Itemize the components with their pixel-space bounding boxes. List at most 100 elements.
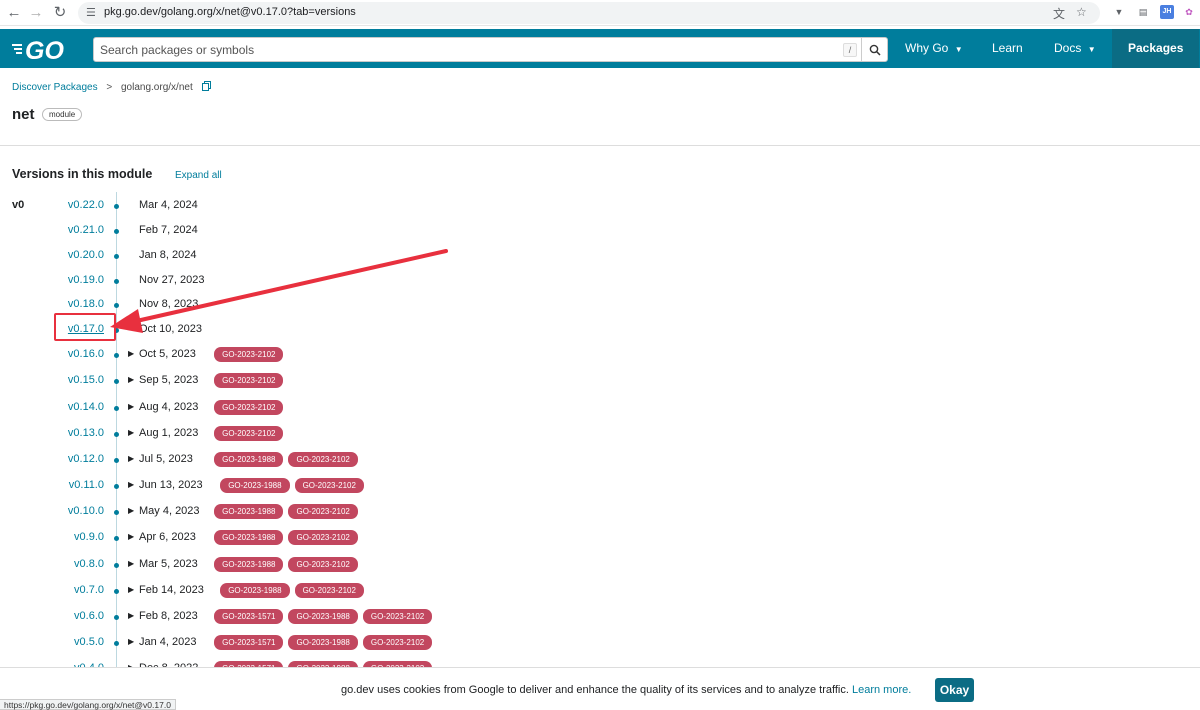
vulnerability-badge[interactable]: GO-2023-1988 [214, 530, 284, 545]
version-date: Oct 10, 2023 [139, 323, 202, 335]
nav-packages[interactable]: Packages [1112, 29, 1200, 68]
version-link[interactable]: v0.5.0 [74, 636, 104, 648]
vulnerability-badge[interactable]: GO-2023-1571 [214, 635, 284, 650]
vulnerability-badge[interactable]: GO-2023-2102 [214, 400, 284, 415]
version-date: Apr 6, 2023 [139, 531, 196, 543]
version-link[interactable]: v0.20.0 [68, 249, 104, 261]
version-link[interactable]: v0.15.0 [68, 374, 104, 386]
profile-avatar[interactable]: JH [1160, 5, 1174, 19]
version-link[interactable]: v0.8.0 [74, 558, 104, 570]
vulnerability-badge[interactable]: GO-2023-2102 [214, 347, 284, 362]
vulnerability-badge[interactable]: GO-2023-1988 [220, 478, 290, 493]
version-link[interactable]: v0.22.0 [68, 199, 104, 211]
nav-packages-label: Packages [1128, 41, 1184, 55]
expand-triangle-icon[interactable]: ▶ [128, 428, 134, 437]
version-date: Nov 8, 2023 [139, 298, 199, 310]
chevron-down-icon: ▼ [1087, 45, 1096, 54]
version-row: v0.14.0 ▶ Aug 4, 2023 GO-2023-2102 [0, 400, 480, 423]
vulnerability-badge[interactable]: GO-2023-2102 [362, 609, 433, 624]
forward-icon[interactable]: → [26, 3, 46, 23]
version-link[interactable]: v0.19.0 [68, 274, 104, 286]
version-link[interactable]: v0.12.0 [68, 453, 104, 465]
extension-tab-icon[interactable]: ▤ [1136, 5, 1150, 19]
go-logo[interactable]: GO [12, 35, 72, 63]
vulnerability-badge[interactable]: GO-2023-2102 [362, 635, 433, 650]
nav-learn[interactable]: Learn [992, 29, 1023, 68]
timeline-dot [114, 615, 119, 620]
version-row: v0.5.0 ▶ Jan 4, 2023 GO-2023-1571 GO-2023-19… [0, 635, 480, 658]
search-input[interactable] [94, 38, 859, 61]
expand-triangle-icon[interactable]: ▶ [128, 637, 134, 646]
vulnerability-tags: GO-2023-1988 GO-2023-2102 [220, 583, 364, 598]
vulnerability-badge[interactable]: GO-2023-2102 [288, 504, 358, 519]
vulnerability-badge[interactable]: GO-2023-2102 [288, 452, 358, 467]
extension-v-icon[interactable]: ▼ [1112, 5, 1126, 19]
extension-flower-icon[interactable]: ✿ [1182, 5, 1196, 19]
nav-why-go[interactable]: Why Go ▼ [905, 29, 963, 68]
vulnerability-badge[interactable]: GO-2023-2102 [288, 557, 358, 572]
vulnerability-badge[interactable]: GO-2023-1988 [214, 504, 284, 519]
nav-docs[interactable]: Docs ▼ [1054, 29, 1096, 68]
expand-triangle-icon[interactable]: ▶ [128, 611, 134, 620]
vulnerability-badge[interactable]: GO-2023-2102 [288, 530, 358, 545]
vulnerability-badge[interactable]: GO-2023-2102 [214, 426, 284, 441]
nav-why-go-label: Why Go [905, 41, 949, 55]
vulnerability-badge[interactable]: GO-2023-1988 [288, 635, 358, 650]
cookie-okay-button[interactable]: Okay [935, 678, 974, 702]
translate-icon[interactable]: 文 [1053, 5, 1065, 22]
vulnerability-badge[interactable]: GO-2023-1988 [220, 583, 290, 598]
version-link[interactable]: v0.16.0 [68, 348, 104, 360]
vulnerability-tags: GO-2023-1571 GO-2023-1988 GO-2023-2102 [214, 635, 433, 650]
version-row: v0.22.0 Mar 4, 2024 [0, 199, 480, 221]
reload-icon[interactable]: ↻ [50, 3, 70, 23]
expand-triangle-icon[interactable]: ▶ [128, 402, 134, 411]
address-bar[interactable]: ☰ pkg.go.dev/golang.org/x/net@v0.17.0?ta… [78, 2, 1100, 24]
expand-triangle-icon[interactable]: ▶ [128, 585, 134, 594]
breadcrumb-discover-link[interactable]: Discover Packages [12, 82, 98, 93]
vulnerability-badge[interactable]: GO-2023-2102 [294, 583, 364, 598]
expand-all-link[interactable]: Expand all [175, 170, 222, 181]
timeline-dot [114, 353, 119, 358]
breadcrumb-current: golang.org/x/net [121, 82, 193, 93]
search-button[interactable] [861, 38, 888, 61]
vulnerability-badge[interactable]: GO-2023-2102 [214, 373, 284, 388]
expand-triangle-icon[interactable]: ▶ [128, 349, 134, 358]
vulnerability-badge[interactable]: GO-2023-1988 [214, 557, 284, 572]
expand-triangle-icon[interactable]: ▶ [128, 559, 134, 568]
expand-triangle-icon[interactable]: ▶ [128, 532, 134, 541]
vulnerability-badge[interactable]: GO-2023-2102 [294, 478, 364, 493]
vulnerability-badge[interactable]: GO-2023-1988 [214, 452, 284, 467]
expand-triangle-icon[interactable]: ▶ [128, 506, 134, 515]
address-text: pkg.go.dev/golang.org/x/net@v0.17.0?tab=… [104, 6, 356, 18]
bookmark-star-icon[interactable]: ☆ [1076, 5, 1087, 19]
version-link[interactable]: v0.11.0 [69, 479, 104, 491]
header-divider [0, 145, 1200, 146]
cookie-learn-more-link[interactable]: Learn more. [852, 684, 911, 696]
copy-icon[interactable] [201, 81, 211, 91]
version-link[interactable]: v0.6.0 [74, 610, 104, 622]
nav-learn-label: Learn [992, 41, 1023, 55]
version-link[interactable]: v0.10.0 [68, 505, 104, 517]
version-link[interactable]: v0.18.0 [68, 298, 104, 310]
vulnerability-tags: GO-2023-1988 GO-2023-2102 [214, 504, 358, 519]
vulnerability-badge[interactable]: GO-2023-1571 [214, 609, 284, 624]
vulnerability-tags: GO-2023-2102 [214, 400, 284, 415]
version-link[interactable]: v0.9.0 [74, 531, 104, 543]
status-bar-url: https://pkg.go.dev/golang.org/x/net@v0.1… [0, 699, 176, 710]
version-link[interactable]: v0.14.0 [68, 401, 104, 413]
timeline-dot [114, 536, 119, 541]
version-link[interactable]: v0.13.0 [68, 427, 104, 439]
version-row: v0.6.0 ▶ Feb 8, 2023 GO-2023-1571 GO-2023-19… [0, 609, 480, 632]
expand-triangle-icon[interactable]: ▶ [128, 375, 134, 384]
expand-triangle-icon[interactable]: ▶ [128, 480, 134, 489]
back-icon[interactable]: ← [4, 3, 24, 23]
timeline-dot [114, 432, 119, 437]
vulnerability-badge[interactable]: GO-2023-1988 [288, 609, 358, 624]
version-row: v0.9.0 ▶ Apr 6, 2023 GO-2023-1988 GO-2023-21… [0, 530, 480, 553]
version-link[interactable]: v0.21.0 [68, 224, 104, 236]
site-info-icon[interactable]: ☰ [86, 6, 96, 19]
version-link[interactable]: v0.7.0 [74, 584, 104, 596]
version-row: v0.21.0 Feb 7, 2024 [0, 224, 480, 246]
expand-triangle-icon[interactable]: ▶ [128, 454, 134, 463]
vulnerability-tags: GO-2023-2102 [214, 373, 284, 388]
